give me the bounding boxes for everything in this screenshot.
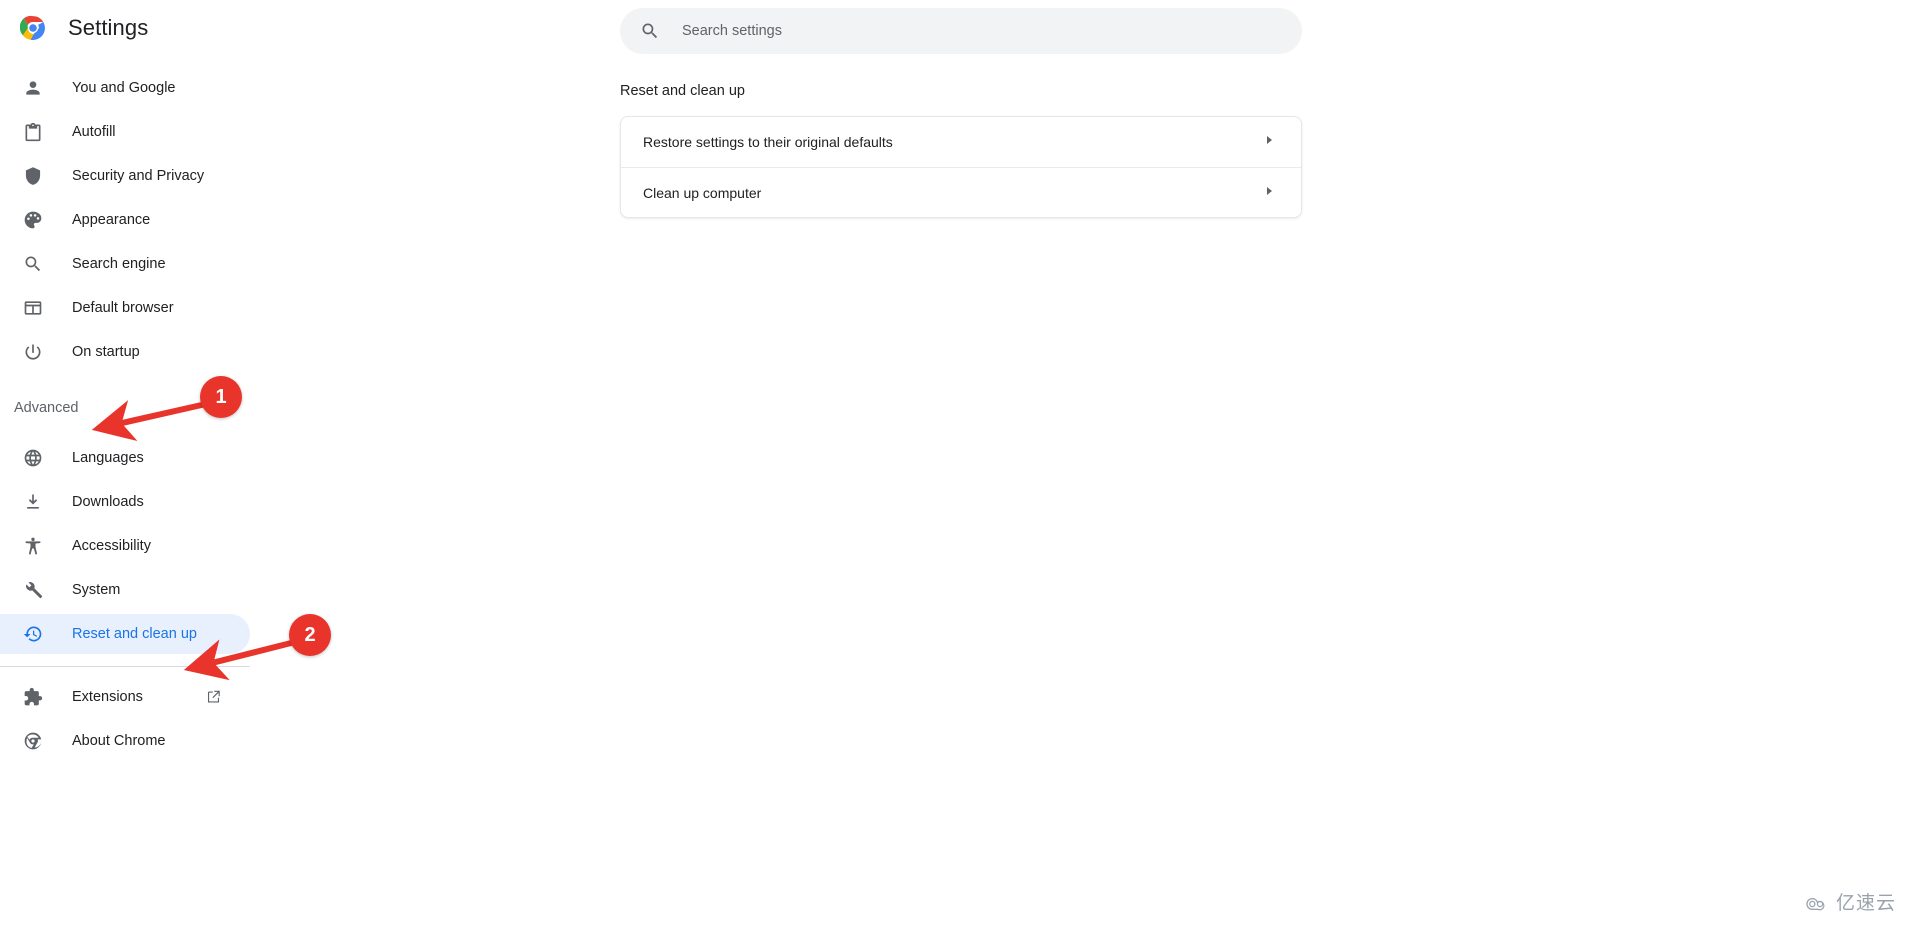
row-label: Clean up computer — [643, 184, 762, 201]
sidebar-item-label: On startup — [72, 344, 140, 360]
chrome-logo-icon — [20, 15, 45, 40]
sidebar-item-label: Security and Privacy — [72, 168, 205, 184]
person-icon — [22, 77, 44, 99]
sidebar-item-label: System — [72, 582, 121, 598]
puzzle-icon — [22, 686, 44, 708]
sidebar-item-label: Appearance — [72, 212, 151, 228]
wrench-icon — [22, 579, 44, 601]
sidebar-item-about-chrome[interactable]: About Chrome — [0, 721, 250, 761]
download-icon — [22, 491, 44, 513]
watermark: 亿速云 — [1805, 888, 1896, 915]
browser-window-icon — [22, 297, 44, 319]
reset-and-clean-up-card: Restore settings to their original defau… — [620, 116, 1302, 218]
sidebar-item-label: Languages — [72, 450, 144, 466]
sidebar-item-default-browser[interactable]: Default browser — [0, 288, 250, 328]
sidebar-item-languages[interactable]: Languages — [0, 438, 250, 478]
sidebar-item-label: Search engine — [72, 256, 166, 272]
clipboard-icon — [22, 121, 44, 143]
sidebar-item-label: Extensions — [72, 689, 143, 705]
search-settings-bar[interactable] — [620, 8, 1302, 54]
palette-icon — [22, 209, 44, 231]
accessibility-icon — [22, 535, 44, 557]
settings-page: Settings You and Google Autofill Securit… — [0, 0, 1920, 929]
history-restore-icon — [22, 623, 44, 645]
annotation-badge-2: 2 — [289, 614, 331, 656]
sidebar-item-label: Reset and clean up — [72, 626, 197, 642]
sidebar-item-search-engine[interactable]: Search engine — [0, 244, 250, 284]
row-restore-settings[interactable]: Restore settings to their original defau… — [621, 117, 1301, 167]
sidebar-item-label: About Chrome — [72, 733, 166, 749]
sidebar-item-downloads[interactable]: Downloads — [0, 482, 250, 522]
row-clean-up-computer[interactable]: Clean up computer — [621, 167, 1301, 217]
sidebar-item-extensions[interactable]: Extensions — [0, 677, 250, 717]
sidebar-item-label: Downloads — [72, 494, 144, 510]
sidebar-item-label: You and Google — [72, 80, 176, 96]
sidebar-divider — [0, 666, 250, 667]
chevron-right-icon — [1263, 133, 1275, 151]
sidebar-item-label: Autofill — [72, 124, 116, 140]
sidebar-item-appearance[interactable]: Appearance — [0, 200, 250, 240]
annotation-badge-1: 1 — [200, 376, 242, 418]
sidebar-item-system[interactable]: System — [0, 570, 250, 610]
search-input[interactable] — [682, 23, 1242, 39]
cloud-icon — [1806, 897, 1825, 910]
open-in-new-icon[interactable] — [205, 689, 222, 706]
search-icon — [640, 21, 660, 41]
chevron-right-icon — [1263, 184, 1275, 202]
sidebar-item-accessibility[interactable]: Accessibility — [0, 526, 250, 566]
watermark-text: 亿速云 — [1835, 892, 1896, 914]
sidebar-item-reset-and-clean-up[interactable]: Reset and clean up — [0, 614, 250, 654]
search-icon — [22, 253, 44, 275]
sidebar-item-you-and-google[interactable]: You and Google — [0, 68, 250, 108]
sidebar-item-on-startup[interactable]: On startup — [0, 332, 250, 372]
sidebar-item-label: Accessibility — [72, 538, 151, 554]
shield-icon — [22, 165, 44, 187]
page-title: Settings — [68, 15, 149, 40]
settings-sidebar: You and Google Autofill Security and Pri… — [0, 56, 310, 765]
globe-icon — [22, 447, 44, 469]
chrome-outline-icon — [22, 730, 44, 752]
row-label: Restore settings to their original defau… — [643, 134, 893, 150]
power-icon — [22, 341, 44, 363]
sidebar-item-security-and-privacy[interactable]: Security and Privacy — [0, 156, 250, 196]
sidebar-item-autofill[interactable]: Autofill — [0, 112, 250, 152]
sidebar-advanced-label: Advanced — [14, 400, 79, 416]
section-title: Reset and clean up — [620, 83, 745, 99]
sidebar-item-label: Default browser — [72, 300, 174, 316]
